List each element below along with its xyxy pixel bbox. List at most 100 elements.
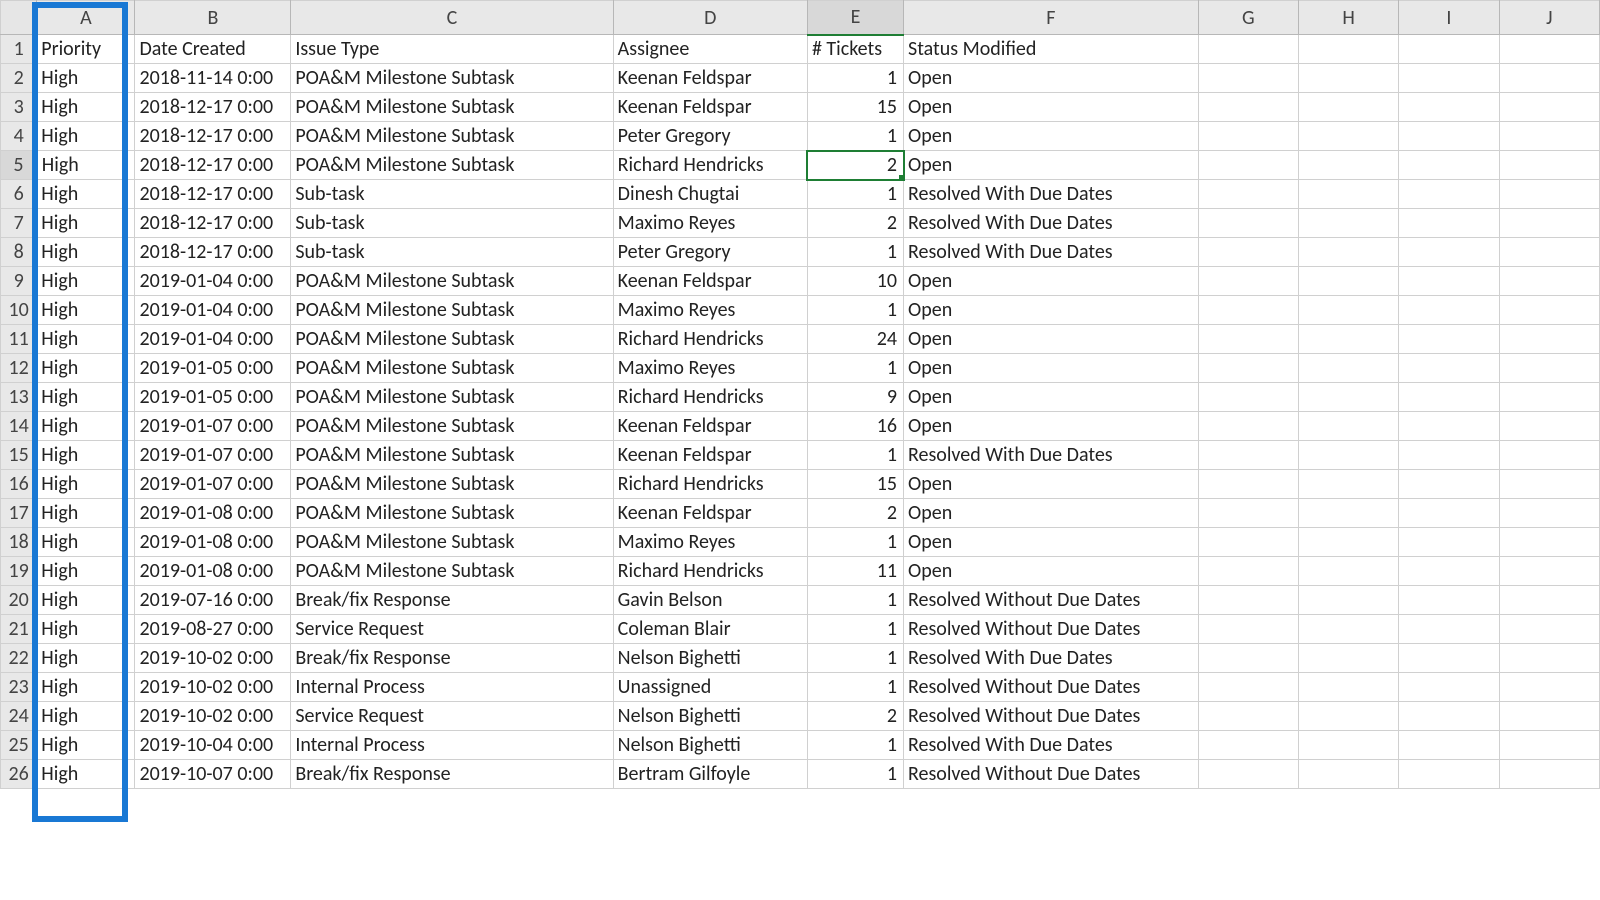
cell-J9[interactable] bbox=[1499, 267, 1599, 296]
cell-C4[interactable]: POA&M Milestone Subtask bbox=[291, 122, 613, 151]
cell-H4[interactable] bbox=[1298, 122, 1398, 151]
cell-H2[interactable] bbox=[1298, 64, 1398, 93]
cell-C14[interactable]: POA&M Milestone Subtask bbox=[291, 412, 613, 441]
spreadsheet-grid[interactable]: ABCDEFGHIJ1PriorityDate CreatedIssue Typ… bbox=[0, 0, 1600, 789]
cell-G5[interactable] bbox=[1198, 151, 1298, 180]
cell-H11[interactable] bbox=[1298, 325, 1398, 354]
cell-A17[interactable]: High bbox=[37, 499, 135, 528]
cell-G9[interactable] bbox=[1198, 267, 1298, 296]
cell-H25[interactable] bbox=[1298, 731, 1398, 760]
cell-F6[interactable]: Resolved With Due Dates bbox=[904, 180, 1199, 209]
cell-C21[interactable]: Service Request bbox=[291, 615, 613, 644]
cell-I14[interactable] bbox=[1399, 412, 1499, 441]
cell-D7[interactable]: Maximo Reyes bbox=[613, 209, 807, 238]
row-header-10[interactable]: 10 bbox=[1, 296, 37, 325]
cell-F10[interactable]: Open bbox=[904, 296, 1199, 325]
cell-E4[interactable]: 1 bbox=[807, 122, 903, 151]
cell-H26[interactable] bbox=[1298, 760, 1398, 789]
cell-I8[interactable] bbox=[1399, 238, 1499, 267]
cell-C1[interactable]: Issue Type bbox=[291, 35, 613, 64]
cell-F15[interactable]: Resolved With Due Dates bbox=[904, 441, 1199, 470]
cell-J15[interactable] bbox=[1499, 441, 1599, 470]
cell-D8[interactable]: Peter Gregory bbox=[613, 238, 807, 267]
cell-H18[interactable] bbox=[1298, 528, 1398, 557]
cell-D6[interactable]: Dinesh Chugtai bbox=[613, 180, 807, 209]
cell-C24[interactable]: Service Request bbox=[291, 702, 613, 731]
cell-I21[interactable] bbox=[1399, 615, 1499, 644]
row-header-9[interactable]: 9 bbox=[1, 267, 37, 296]
cell-H6[interactable] bbox=[1298, 180, 1398, 209]
cell-C16[interactable]: POA&M Milestone Subtask bbox=[291, 470, 613, 499]
cell-G3[interactable] bbox=[1198, 93, 1298, 122]
cell-H7[interactable] bbox=[1298, 209, 1398, 238]
cell-E14[interactable]: 16 bbox=[807, 412, 903, 441]
cell-H1[interactable] bbox=[1298, 35, 1398, 64]
cell-D21[interactable]: Coleman Blair bbox=[613, 615, 807, 644]
cell-G19[interactable] bbox=[1198, 557, 1298, 586]
cell-E18[interactable]: 1 bbox=[807, 528, 903, 557]
cell-G12[interactable] bbox=[1198, 354, 1298, 383]
cell-E23[interactable]: 1 bbox=[807, 673, 903, 702]
cell-B12[interactable]: 2019-01-05 0:00 bbox=[135, 354, 291, 383]
cell-F7[interactable]: Resolved With Due Dates bbox=[904, 209, 1199, 238]
cell-E2[interactable]: 1 bbox=[807, 64, 903, 93]
cell-J7[interactable] bbox=[1499, 209, 1599, 238]
cell-E5[interactable]: 2 bbox=[807, 151, 903, 180]
cell-D14[interactable]: Keenan Feldspar bbox=[613, 412, 807, 441]
cell-I24[interactable] bbox=[1399, 702, 1499, 731]
cell-G4[interactable] bbox=[1198, 122, 1298, 151]
cell-G2[interactable] bbox=[1198, 64, 1298, 93]
column-header-I[interactable]: I bbox=[1399, 1, 1499, 35]
cell-E24[interactable]: 2 bbox=[807, 702, 903, 731]
row-header-1[interactable]: 1 bbox=[1, 35, 37, 64]
cell-J16[interactable] bbox=[1499, 470, 1599, 499]
cell-C3[interactable]: POA&M Milestone Subtask bbox=[291, 93, 613, 122]
cell-A19[interactable]: High bbox=[37, 557, 135, 586]
cell-D16[interactable]: Richard Hendricks bbox=[613, 470, 807, 499]
cell-H13[interactable] bbox=[1298, 383, 1398, 412]
cell-H19[interactable] bbox=[1298, 557, 1398, 586]
cell-C7[interactable]: Sub-task bbox=[291, 209, 613, 238]
cell-C15[interactable]: POA&M Milestone Subtask bbox=[291, 441, 613, 470]
column-header-C[interactable]: C bbox=[291, 1, 613, 35]
cell-I4[interactable] bbox=[1399, 122, 1499, 151]
cell-H9[interactable] bbox=[1298, 267, 1398, 296]
cell-B4[interactable]: 2018-12-17 0:00 bbox=[135, 122, 291, 151]
cell-G10[interactable] bbox=[1198, 296, 1298, 325]
cell-B22[interactable]: 2019-10-02 0:00 bbox=[135, 644, 291, 673]
cell-B16[interactable]: 2019-01-07 0:00 bbox=[135, 470, 291, 499]
cell-I10[interactable] bbox=[1399, 296, 1499, 325]
cell-I17[interactable] bbox=[1399, 499, 1499, 528]
cell-F9[interactable]: Open bbox=[904, 267, 1199, 296]
cell-A11[interactable]: High bbox=[37, 325, 135, 354]
cell-G26[interactable] bbox=[1198, 760, 1298, 789]
cell-H15[interactable] bbox=[1298, 441, 1398, 470]
cell-I19[interactable] bbox=[1399, 557, 1499, 586]
cell-B10[interactable]: 2019-01-04 0:00 bbox=[135, 296, 291, 325]
cell-I23[interactable] bbox=[1399, 673, 1499, 702]
cell-H14[interactable] bbox=[1298, 412, 1398, 441]
spreadsheet-sheet[interactable]: ABCDEFGHIJ1PriorityDate CreatedIssue Typ… bbox=[0, 0, 1600, 900]
cell-G7[interactable] bbox=[1198, 209, 1298, 238]
cell-B1[interactable]: Date Created bbox=[135, 35, 291, 64]
cell-F8[interactable]: Resolved With Due Dates bbox=[904, 238, 1199, 267]
cell-I15[interactable] bbox=[1399, 441, 1499, 470]
cell-D19[interactable]: Richard Hendricks bbox=[613, 557, 807, 586]
cell-E11[interactable]: 24 bbox=[807, 325, 903, 354]
cell-H17[interactable] bbox=[1298, 499, 1398, 528]
cell-F19[interactable]: Open bbox=[904, 557, 1199, 586]
cell-G16[interactable] bbox=[1198, 470, 1298, 499]
cell-F17[interactable]: Open bbox=[904, 499, 1199, 528]
cell-C11[interactable]: POA&M Milestone Subtask bbox=[291, 325, 613, 354]
cell-I7[interactable] bbox=[1399, 209, 1499, 238]
cell-B2[interactable]: 2018-11-14 0:00 bbox=[135, 64, 291, 93]
cell-A18[interactable]: High bbox=[37, 528, 135, 557]
row-header-3[interactable]: 3 bbox=[1, 93, 37, 122]
cell-C25[interactable]: Internal Process bbox=[291, 731, 613, 760]
cell-A5[interactable]: High bbox=[37, 151, 135, 180]
cell-C18[interactable]: POA&M Milestone Subtask bbox=[291, 528, 613, 557]
column-header-H[interactable]: H bbox=[1298, 1, 1398, 35]
column-header-D[interactable]: D bbox=[613, 1, 807, 35]
cell-D13[interactable]: Richard Hendricks bbox=[613, 383, 807, 412]
cell-B6[interactable]: 2018-12-17 0:00 bbox=[135, 180, 291, 209]
